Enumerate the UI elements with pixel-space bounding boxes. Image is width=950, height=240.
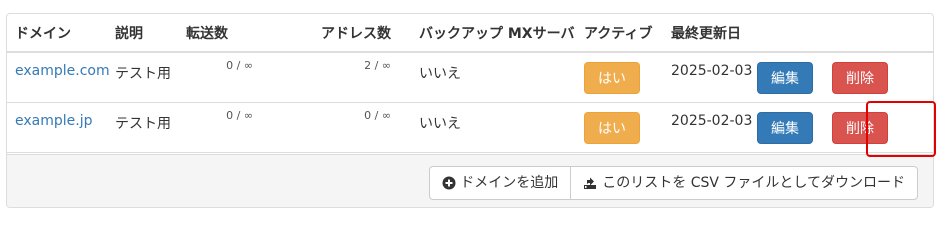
domain-link[interactable]: example.com	[15, 63, 110, 79]
add-domain-button[interactable]: ドメインを追加	[429, 166, 572, 200]
column-header-addresses: アドレス数	[273, 14, 411, 53]
column-header-description: 説明	[107, 14, 178, 53]
table-row: example.com テスト用 0 / ∞ 2 / ∞ いいえ はい 2025…	[7, 52, 933, 103]
table-header-row: ドメイン 説明 転送数 アドレス数 バックアップ MXサーバ アクティブ 最終更…	[7, 14, 933, 53]
column-header-actions	[751, 14, 933, 53]
export-csv-button[interactable]: このリストを CSV ファイルとしてダウンロード	[570, 166, 918, 200]
domain-list-panel: ドメイン 説明 転送数 アドレス数 バックアップ MXサーバ アクティブ 最終更…	[6, 13, 934, 208]
last-updated-cell: 2025-02-03	[663, 102, 752, 153]
edit-button[interactable]: 編集	[757, 111, 813, 144]
active-toggle-button[interactable]: はい	[584, 111, 640, 144]
table-row: example.jp テスト用 0 / ∞ 0 / ∞ いいえ はい 2025-…	[7, 102, 933, 153]
add-domain-label: ドメインを追加	[460, 175, 559, 191]
plus-circle-icon	[442, 176, 456, 190]
column-header-transfers: 転送数	[178, 14, 273, 53]
actions-cell: 編集 削除	[751, 102, 933, 153]
export-csv-label: このリストを CSV ファイルとしてダウンロード	[602, 175, 905, 191]
actions-cell: 編集 削除	[751, 52, 933, 103]
column-header-last-updated: 最終更新日	[663, 14, 751, 53]
delete-button[interactable]: 削除	[832, 62, 888, 94]
backup-mx-cell: いいえ	[411, 52, 576, 103]
column-header-active: アクティブ	[576, 14, 663, 53]
delete-button[interactable]: 削除	[832, 111, 888, 144]
transfers-cell: 0 / ∞	[178, 102, 273, 153]
description-cell: テスト用	[107, 52, 178, 103]
edit-button[interactable]: 編集	[757, 62, 813, 94]
addresses-cell: 2 / ∞	[273, 52, 411, 103]
footer-button-group: ドメインを追加 このリストを CSV ファイルとしてダウンロード	[429, 166, 918, 200]
description-cell: テスト用	[107, 102, 178, 153]
column-header-backup-mx: バックアップ MXサーバ	[411, 14, 576, 53]
last-updated-cell: 2025-02-03	[663, 52, 752, 103]
domain-link[interactable]: example.jp	[15, 113, 93, 129]
addresses-cell: 0 / ∞	[273, 102, 411, 153]
backup-mx-cell: いいえ	[411, 102, 576, 153]
column-header-domain: ドメイン	[7, 14, 107, 53]
table-footer: ドメインを追加 このリストを CSV ファイルとしてダウンロード	[7, 154, 933, 207]
export-icon	[584, 177, 597, 189]
domain-table: ドメイン 説明 転送数 アドレス数 バックアップ MXサーバ アクティブ 最終更…	[7, 14, 933, 153]
transfers-cell: 0 / ∞	[178, 52, 273, 103]
active-toggle-button[interactable]: はい	[584, 62, 640, 94]
